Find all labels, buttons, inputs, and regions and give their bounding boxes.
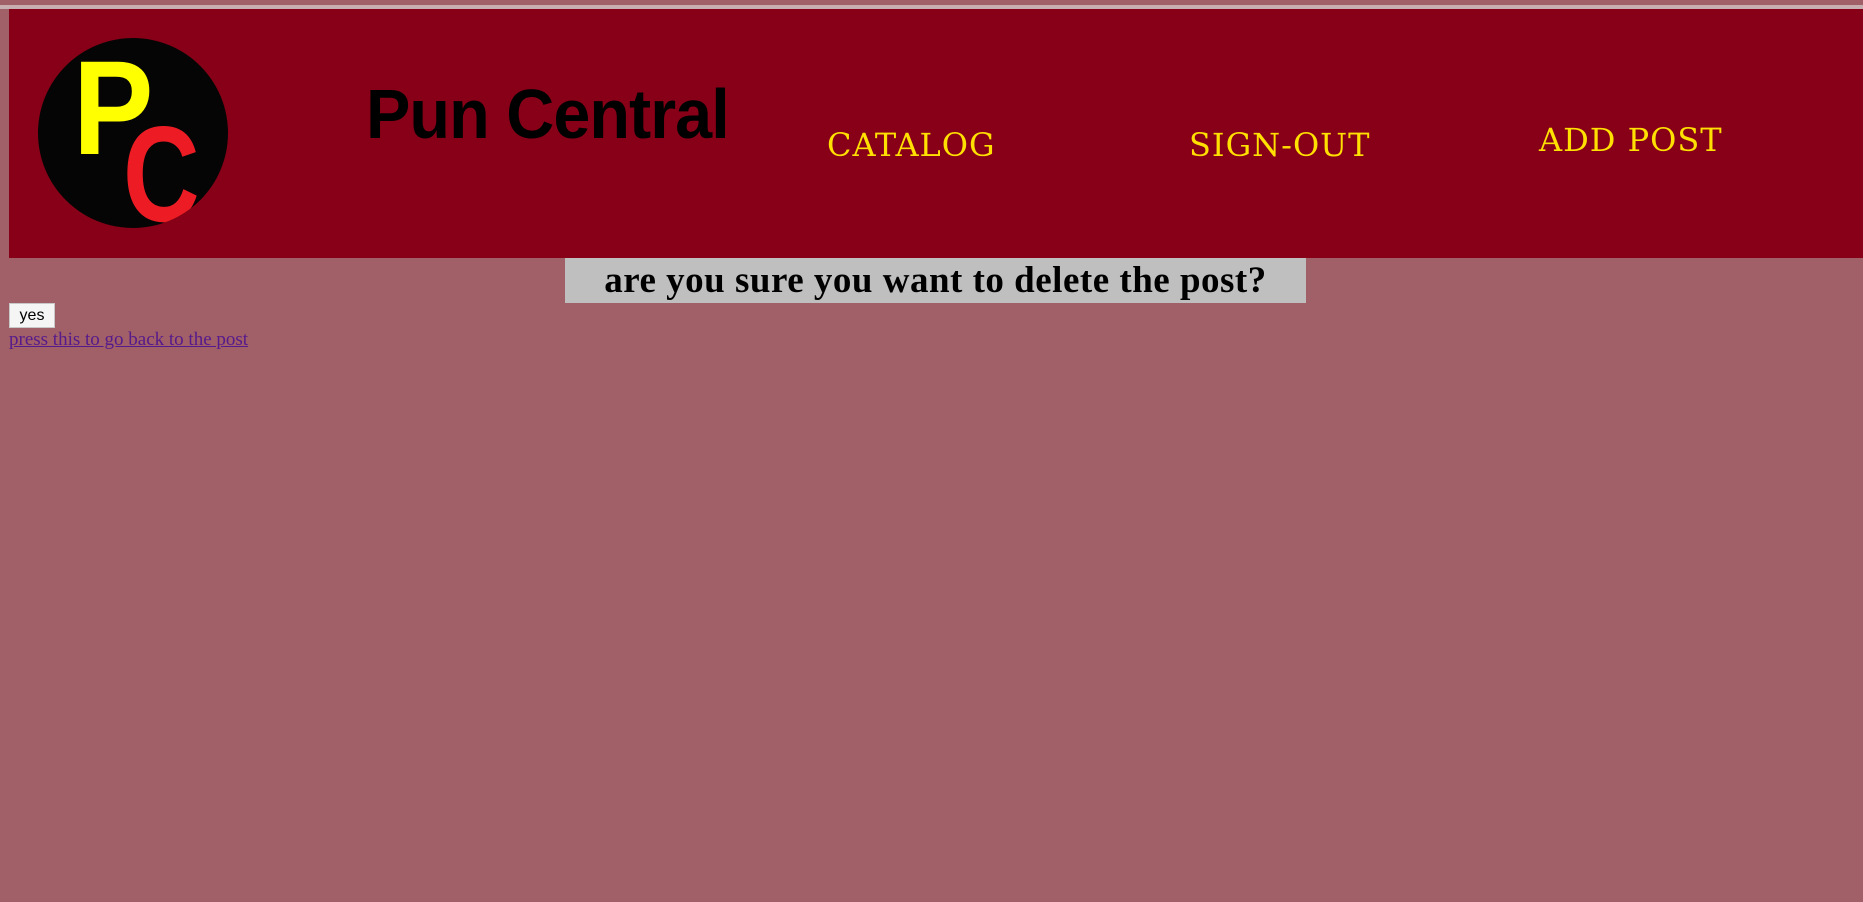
confirm-delete-yes-button[interactable]: yes <box>9 303 55 328</box>
logo-letter-c: C <box>123 98 200 228</box>
nav-sign-out-link[interactable]: SIGN-OUT <box>1189 129 1370 161</box>
site-header: P C Pun Central CATALOG SIGN-OUT ADD POS… <box>9 9 1863 258</box>
back-to-post-link[interactable]: press this to go back to the post <box>9 329 248 351</box>
delete-confirmation-banner: are you sure you want to delete the post… <box>565 258 1306 303</box>
delete-confirmation-message: are you sure you want to delete the post… <box>604 260 1267 301</box>
site-title: Pun Central <box>366 75 730 153</box>
nav-add-post-link[interactable]: ADD POST <box>1539 124 1723 156</box>
pun-central-logo[interactable]: P C <box>38 38 228 228</box>
nav-catalog-link[interactable]: CATALOG <box>827 129 996 161</box>
